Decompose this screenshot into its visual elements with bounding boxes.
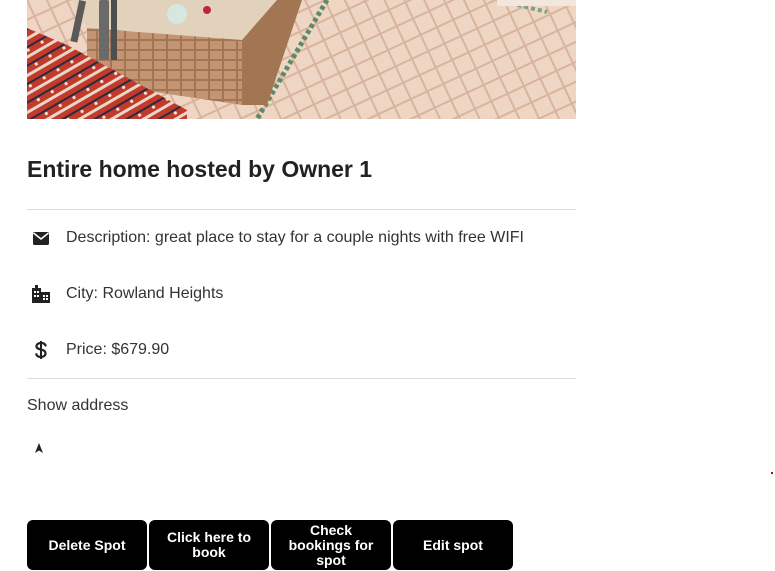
price-row: Price: $679.90 bbox=[27, 338, 576, 362]
divider bbox=[27, 209, 576, 210]
map-marker-dot bbox=[771, 472, 773, 474]
spot-actions: Delete Spot Click here to book Check boo… bbox=[27, 520, 513, 570]
price-text: Price: $679.90 bbox=[66, 341, 170, 358]
envelope-icon bbox=[27, 228, 55, 248]
spot-photo bbox=[27, 0, 576, 119]
check-bookings-button[interactable]: Check bookings for spot bbox=[271, 520, 391, 570]
book-spot-button[interactable]: Click here to book bbox=[149, 520, 269, 570]
dollar-icon bbox=[27, 340, 55, 360]
show-address-toggle[interactable]: Show address bbox=[27, 397, 128, 415]
spot-detail-page: Entire home hosted by Owner 1 Descriptio… bbox=[0, 0, 775, 571]
description-text: Description: great place to stay for a c… bbox=[66, 229, 524, 246]
description-row: Description: great place to stay for a c… bbox=[27, 226, 576, 250]
divider bbox=[27, 378, 576, 379]
delete-spot-button[interactable]: Delete Spot bbox=[27, 520, 147, 570]
map-pin-icon bbox=[33, 441, 45, 453]
edit-spot-button[interactable]: Edit spot bbox=[393, 520, 513, 570]
city-row: City: Rowland Heights bbox=[27, 282, 576, 306]
city-text: City: Rowland Heights bbox=[66, 285, 224, 302]
city-icon bbox=[27, 284, 55, 304]
listing-title: Entire home hosted by Owner 1 bbox=[27, 156, 373, 182]
